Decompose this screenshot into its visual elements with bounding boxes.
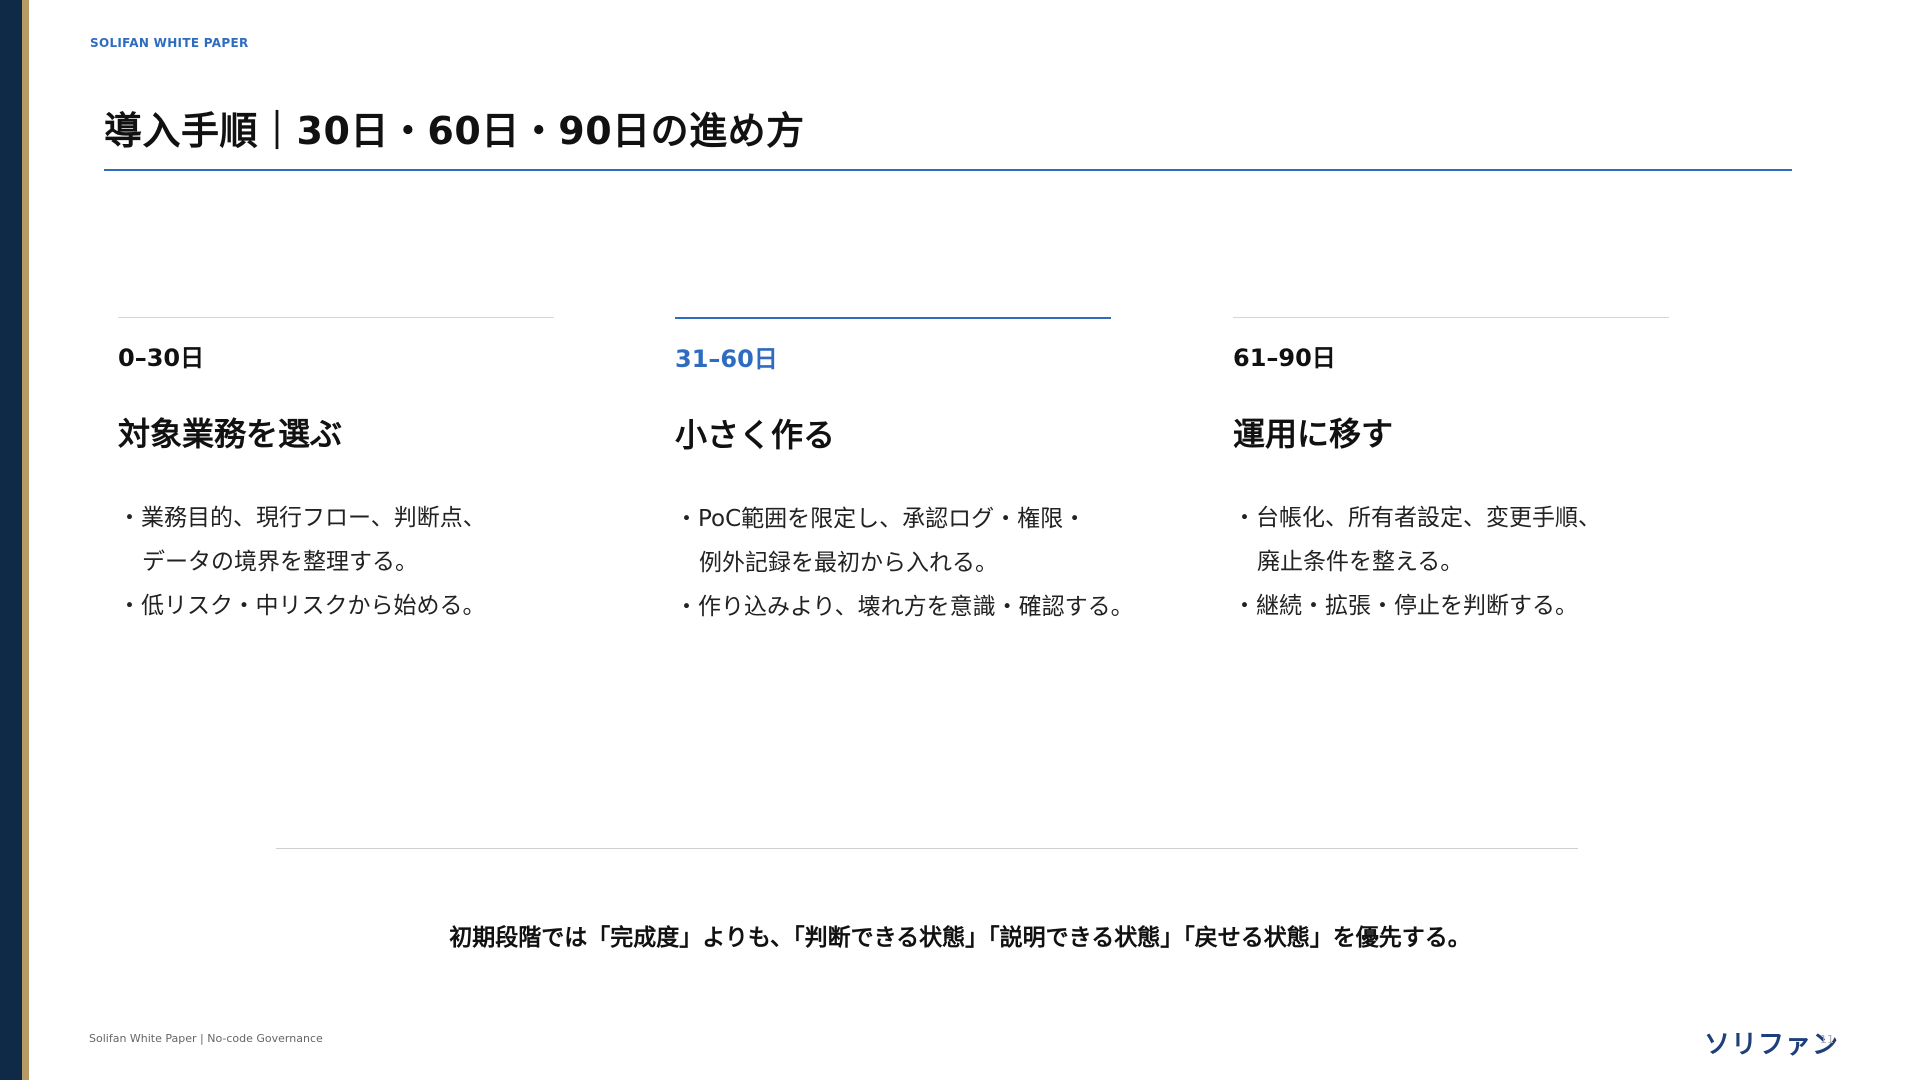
bullet-line: 廃止条件を整える。 bbox=[1257, 549, 1464, 575]
phase-column-1: 0–30日 対象業務を選ぶ ・業務目的、現行フロー、判断点、 データの境界を整理… bbox=[118, 317, 558, 628]
summary-divider bbox=[276, 848, 1578, 849]
summary-statement: 初期段階では「完成度」よりも、「判断できる状態」「説明できる状態」「戻せる状態」… bbox=[449, 925, 1471, 951]
phase-bullets: ・業務目的、現行フロー、判断点、 データの境界を整理する。 ・低リスク・中リスク… bbox=[118, 496, 558, 628]
phase-range: 61–90日 bbox=[1233, 344, 1336, 372]
title-divider bbox=[104, 169, 1792, 171]
bullet-line: ・PoC範囲を限定し、承認ログ・権限・ bbox=[675, 506, 1087, 532]
bullet-line: ・継続・拡張・停止を判断する。 bbox=[1233, 593, 1578, 619]
phase-column-2: 31–60日 小さく作る ・PoC範囲を限定し、承認ログ・権限・ 例外記録を最初… bbox=[675, 317, 1134, 629]
page-title: 導入手順｜30日・60日・90日の進め方 bbox=[104, 109, 805, 153]
bullet-line: ・業務目的、現行フロー、判断点、 bbox=[118, 505, 486, 531]
footer-text: Solifan White Paper | No-code Governance bbox=[89, 1032, 323, 1045]
phase-range: 31–60日 bbox=[675, 345, 778, 373]
phase-range: 0–30日 bbox=[118, 344, 205, 372]
page-number: 11 bbox=[1820, 1033, 1834, 1046]
eyebrow-label: SOLIFAN WHITE PAPER bbox=[90, 36, 249, 50]
bullet-line: ・台帳化、所有者設定、変更手順、 bbox=[1233, 505, 1601, 531]
bullet-line: ・作り込みより、壊れ方を意識・確認する。 bbox=[675, 594, 1134, 620]
phase-column-3: 61–90日 運用に移す ・台帳化、所有者設定、変更手順、 廃止条件を整える。 … bbox=[1233, 317, 1673, 628]
phase-title: 対象業務を選ぶ bbox=[118, 415, 343, 453]
phase-title: 小さく作る bbox=[675, 416, 836, 454]
phase-divider bbox=[1233, 317, 1669, 318]
phase-bullets: ・台帳化、所有者設定、変更手順、 廃止条件を整える。 ・継続・拡張・停止を判断す… bbox=[1233, 496, 1673, 628]
phase-title: 運用に移す bbox=[1233, 415, 1394, 453]
phase-divider-active bbox=[675, 317, 1111, 319]
brand-logo: ソリファン bbox=[1704, 1030, 1840, 1060]
phase-bullets: ・PoC範囲を限定し、承認ログ・権限・ 例外記録を最初から入れる。 ・作り込みよ… bbox=[675, 497, 1134, 629]
bullet-line: ・低リスク・中リスクから始める。 bbox=[118, 593, 486, 619]
phase-divider bbox=[118, 317, 554, 318]
bullet-line: 例外記録を最初から入れる。 bbox=[699, 550, 998, 576]
bullet-line: データの境界を整理する。 bbox=[142, 549, 418, 575]
